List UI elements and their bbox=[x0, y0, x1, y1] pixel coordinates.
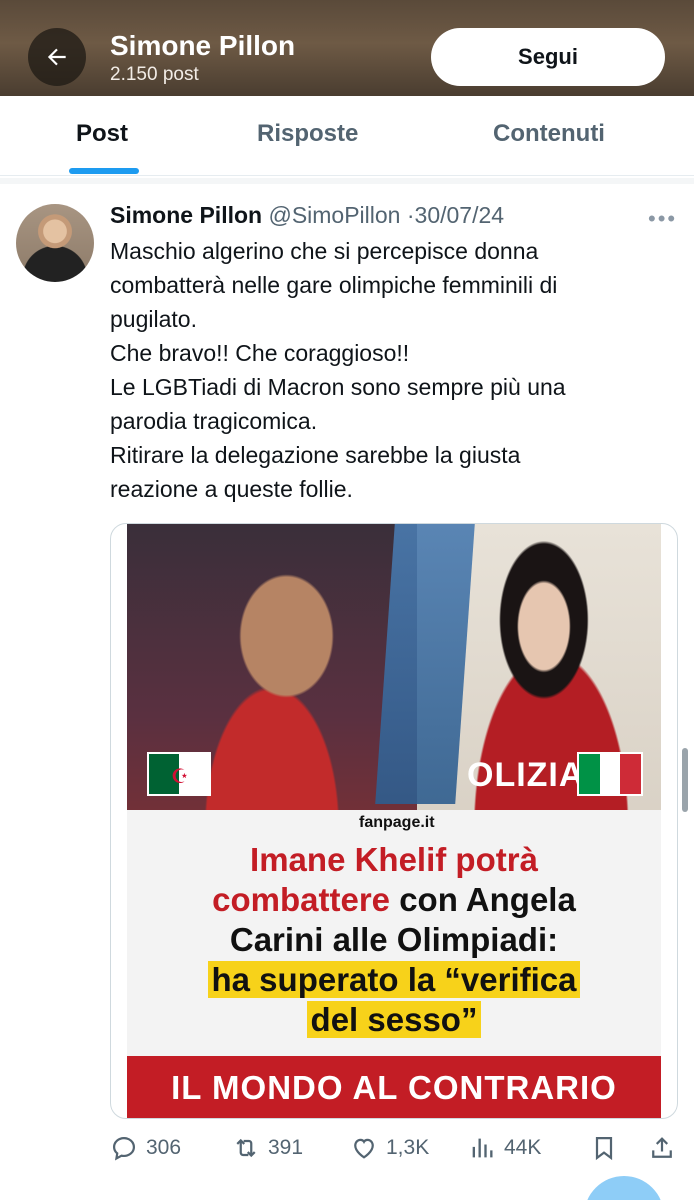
profile-header: Simone Pillon 2.150 post Segui bbox=[0, 0, 694, 96]
media-content: ☪ OLIZIA fanpage.it Imane Khelif potrà c… bbox=[127, 524, 661, 1118]
tab-replies[interactable]: Risposte bbox=[257, 120, 358, 148]
tweet-text-line: Che bravo!! Che coraggioso!! bbox=[110, 340, 410, 366]
boxer-photo-left bbox=[127, 524, 417, 844]
back-button[interactable] bbox=[28, 28, 86, 86]
tweet-text: Maschio algerino che si percepisce donna… bbox=[110, 234, 670, 506]
polizia-text: OLIZIA bbox=[467, 756, 585, 794]
heart-icon bbox=[354, 1138, 374, 1159]
reply-count: 306 bbox=[146, 1136, 182, 1159]
italy-flag-icon bbox=[577, 752, 643, 796]
headline-line: Imane Khelif potrà bbox=[250, 841, 538, 878]
section-divider bbox=[0, 178, 694, 184]
reply-button[interactable]: 306 bbox=[110, 1134, 181, 1162]
views-button[interactable]: 44K bbox=[468, 1134, 541, 1162]
follow-button[interactable]: Segui bbox=[431, 28, 665, 86]
repost-count: 391 bbox=[268, 1136, 304, 1159]
tab-media[interactable]: Contenuti bbox=[493, 120, 605, 148]
tweet-author-name[interactable]: Simone Pillon bbox=[110, 202, 262, 228]
headline-highlight: del sesso” bbox=[306, 1001, 482, 1038]
scrollbar[interactable] bbox=[682, 748, 688, 812]
avatar[interactable] bbox=[16, 204, 94, 282]
tweet-date[interactable]: 30/07/24 bbox=[415, 202, 505, 228]
headline-highlight: ha superato la “verifica bbox=[207, 961, 581, 998]
headline-line: con Angela bbox=[390, 881, 576, 918]
tab-post[interactable]: Post bbox=[76, 120, 128, 148]
profile-tabs: Post Risposte Contenuti bbox=[0, 96, 694, 176]
headline-line: combattere bbox=[212, 881, 391, 918]
fanpage-logo: fanpage.it bbox=[359, 814, 435, 831]
repost-button[interactable]: 391 bbox=[232, 1134, 303, 1162]
tweet-media-image[interactable]: ☪ OLIZIA fanpage.it Imane Khelif potrà c… bbox=[110, 523, 678, 1119]
views-count: 44K bbox=[504, 1136, 542, 1159]
tweet-separator: · bbox=[406, 202, 415, 228]
share-icon bbox=[652, 1137, 672, 1158]
tweet-text-line: reazione a queste follie. bbox=[110, 476, 353, 502]
arrow-left-icon bbox=[47, 48, 66, 66]
bookmark-button[interactable] bbox=[590, 1134, 618, 1162]
tweet-text-line: Le LGBTiadi di Macron sono sempre più un… bbox=[110, 374, 566, 400]
analytics-icon bbox=[472, 1138, 493, 1158]
headline-line: Carini alle Olimpiadi: bbox=[229, 921, 559, 958]
compose-button[interactable] bbox=[584, 1176, 664, 1200]
tweet-actions: 306 391 1,3K 44K bbox=[0, 1126, 694, 1176]
share-button[interactable] bbox=[648, 1134, 676, 1162]
tweet-text-line: combatterà nelle gare olimpiche femminil… bbox=[110, 272, 558, 298]
tweet-handle[interactable]: @SimoPillon bbox=[268, 202, 400, 228]
media-headline: Imane Khelif potrà combattere con Angela… bbox=[127, 840, 661, 1040]
tweet-text-line: parodia tragicomica. bbox=[110, 408, 318, 434]
more-options-icon[interactable]: ••• bbox=[648, 206, 677, 232]
algeria-flag-icon: ☪ bbox=[147, 752, 211, 796]
bottom-red-banner: IL MONDO AL CONTRARIO bbox=[127, 1056, 661, 1118]
tweet-text-line: Maschio algerino che si percepisce donna bbox=[110, 238, 539, 264]
like-count: 1,3K bbox=[386, 1136, 430, 1159]
repost-icon bbox=[236, 1138, 256, 1158]
active-tab-indicator bbox=[69, 168, 139, 174]
tweet-header: Simone Pillon @SimoPillon ·30/07/24 bbox=[110, 202, 504, 229]
reply-icon bbox=[112, 1136, 136, 1161]
tweet-text-line: pugilato. bbox=[110, 306, 197, 332]
bookmark-icon bbox=[595, 1136, 613, 1161]
tweet-text-line: Ritirare la delegazione sarebbe la giust… bbox=[110, 442, 521, 468]
profile-name: Simone Pillon bbox=[110, 30, 296, 61]
post-count: 2.150 post bbox=[110, 64, 199, 85]
like-button[interactable]: 1,3K bbox=[350, 1134, 429, 1162]
